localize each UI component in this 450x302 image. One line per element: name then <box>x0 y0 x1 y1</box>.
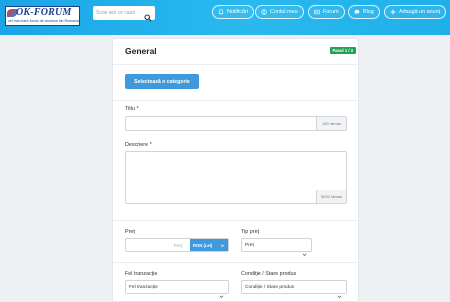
search-input[interactable] <box>96 8 140 18</box>
page-title: General <box>125 46 157 56</box>
bell-icon <box>218 9 224 15</box>
logo-text: OK-FORUM <box>16 7 72 18</box>
chevron-down-icon <box>220 243 225 248</box>
blog-button[interactable]: Blog <box>348 5 380 19</box>
plus-icon <box>390 9 396 15</box>
search-icon[interactable] <box>144 9 152 22</box>
condition-label: Condiție / Stare produs <box>241 271 297 277</box>
forum-icon <box>314 9 320 15</box>
transaction-label: Fel tranzacție <box>125 271 158 277</box>
price-placeholder: Preț <box>173 243 182 248</box>
blog-label: Blog <box>363 9 374 15</box>
currency-value: RON (Lei) <box>193 242 213 248</box>
title-counter: 100 rămas <box>316 117 346 130</box>
top-header: OK-FORUM cel mai mare forum de anunturi … <box>0 0 450 35</box>
site-logo[interactable]: OK-FORUM cel mai mare forum de anunturi … <box>5 6 80 26</box>
divider <box>113 100 358 101</box>
transaction-value: Fel tranzacție <box>129 285 158 290</box>
condition-value: Condiție / Stare produs <box>245 285 295 290</box>
user-icon <box>261 9 267 15</box>
search-box <box>93 6 155 22</box>
price-type-select[interactable]: Preț <box>241 238 312 256</box>
title-label: Titlu * <box>125 106 139 112</box>
account-label: Contul meu <box>270 9 298 15</box>
divider <box>113 220 358 221</box>
chat-icon <box>354 9 360 15</box>
price-label: Preț <box>125 229 135 235</box>
title-input[interactable]: 100 rămas <box>125 116 347 131</box>
notifications-button[interactable]: Notificări <box>212 5 254 19</box>
account-button[interactable]: Contul meu <box>255 5 304 19</box>
divider <box>113 262 358 263</box>
add-listing-button[interactable]: Adaugă un anunț <box>384 5 447 19</box>
forum-button[interactable]: Forum <box>308 5 345 19</box>
select-category-button[interactable]: Selectează o categorie <box>125 74 199 89</box>
description-label: Descriere * <box>125 142 152 148</box>
logo-tagline: cel mai mare forum de anunturi din Roman… <box>8 19 79 23</box>
chevron-down-icon <box>302 244 307 256</box>
chevron-down-icon <box>219 286 224 298</box>
condition-select[interactable]: Condiție / Stare produs <box>241 280 347 298</box>
description-counter: 5000 rămas <box>316 190 346 203</box>
notifications-label: Notificări <box>227 9 248 15</box>
price-input[interactable]: Preț RON (Lei) <box>125 238 229 252</box>
chevron-down-icon <box>337 286 342 298</box>
forum-label: Forum <box>323 9 339 15</box>
transaction-select[interactable]: Fel tranzacție <box>125 280 229 298</box>
currency-select[interactable]: RON (Lei) <box>190 239 228 251</box>
price-type-label: Tip preț <box>241 229 260 235</box>
description-textarea[interactable]: 5000 rămas <box>125 151 347 204</box>
divider <box>113 64 358 65</box>
listing-form-card: General Pasul 1 / 3 Selectează o categor… <box>112 38 359 302</box>
step-badge: Pasul 1 / 3 <box>329 47 356 54</box>
add-listing-label: Adaugă un anunț <box>399 9 441 15</box>
price-type-value: Preț <box>245 243 254 248</box>
